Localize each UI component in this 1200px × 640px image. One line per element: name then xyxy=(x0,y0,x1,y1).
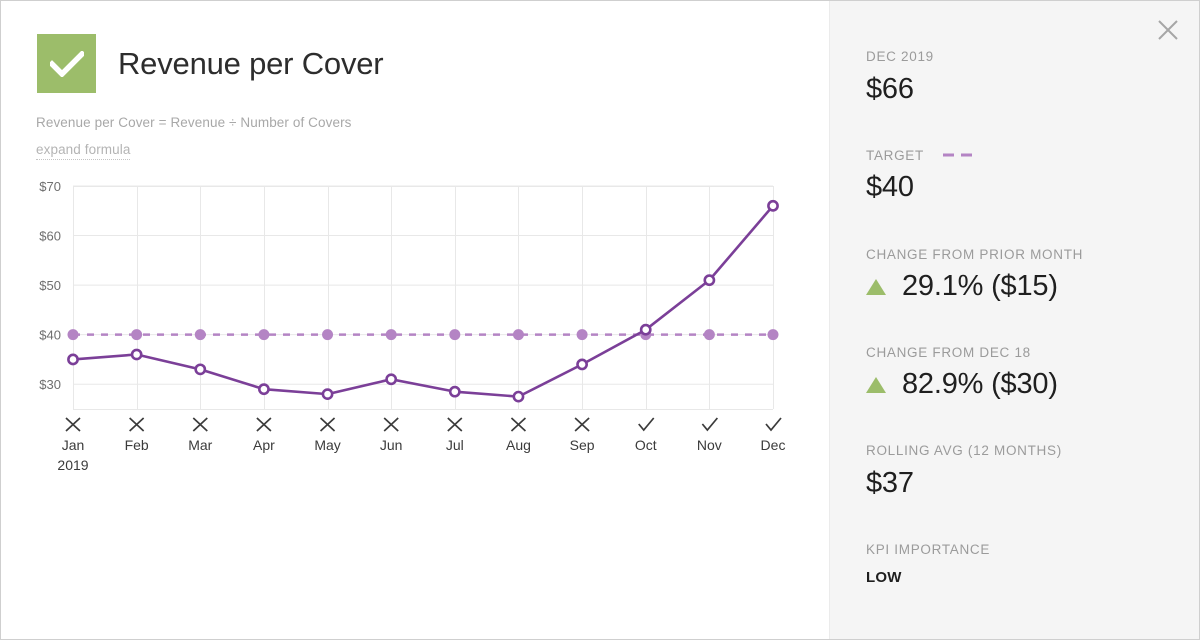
stat-label: DEC 2019 xyxy=(866,49,934,65)
y-axis-tick-label: $50 xyxy=(39,278,61,293)
data-point-marker[interactable] xyxy=(703,274,716,287)
x-axis-x-icon xyxy=(129,417,145,432)
stat-value: 29.1% ($15) xyxy=(902,270,1058,302)
revenue-line xyxy=(71,204,775,398)
kpi-stats-sidebar: DEC 2019 $66 TARGET $40 CHANGE FROM PRIO… xyxy=(829,1,1199,639)
target-point-marker xyxy=(512,329,524,341)
target-point-marker xyxy=(131,329,143,341)
stat-label: CHANGE FROM PRIOR MONTH xyxy=(866,247,1084,263)
x-axis-tick-label: Aug xyxy=(506,437,531,453)
stat-label: KPI IMPORTANCE xyxy=(866,542,991,558)
kpi-header: Revenue per Cover xyxy=(37,34,384,93)
y-axis-tick-label: $70 xyxy=(39,179,61,194)
x-axis-tick-label: Oct xyxy=(635,437,657,453)
target-point-marker xyxy=(576,329,588,341)
x-axis-check-icon xyxy=(638,417,655,432)
stat-current-period: DEC 2019 $66 xyxy=(866,48,1186,106)
x-axis-x-icon xyxy=(447,417,463,432)
data-point-marker[interactable] xyxy=(512,390,525,403)
x-axis-year-label: 2019 xyxy=(57,457,88,473)
target-point-marker xyxy=(67,329,79,341)
stat-label: ROLLING AVG (12 MONTHS) xyxy=(866,443,1062,459)
data-point-marker[interactable] xyxy=(130,348,143,361)
data-point-marker[interactable] xyxy=(258,383,270,396)
x-axis-tick-label: Apr xyxy=(253,437,275,453)
x-axis-x-icon xyxy=(383,417,399,432)
x-axis-x-icon xyxy=(510,417,527,432)
kpi-chart: $30 $40 $50 $60 $70 Jan 2019 Feb Mar Apr May Jun Jul… xyxy=(1,1,829,639)
data-point-marker[interactable] xyxy=(767,199,779,212)
data-point-marker[interactable] xyxy=(385,373,398,386)
stat-change-year-over-year: CHANGE FROM DEC 18 82.9% ($30) xyxy=(866,344,1186,401)
x-axis-x-icon xyxy=(256,417,272,432)
x-axis-x-icon xyxy=(574,417,590,432)
chart-svg: $30 $40 $50 $60 $70 Jan 2019 Feb Mar Apr May Jun Jul… xyxy=(39,179,786,473)
target-point-marker xyxy=(385,329,397,341)
x-axis-check-icon xyxy=(765,417,782,432)
y-axis-tick-label: $40 xyxy=(39,328,61,343)
target-point-marker xyxy=(322,329,334,341)
status-check-badge xyxy=(37,34,96,93)
target-point-marker xyxy=(194,329,206,341)
x-axis-x-icon xyxy=(192,417,208,432)
stat-label: CHANGE FROM DEC 18 xyxy=(866,345,1031,361)
x-axis-tick-label: Jul xyxy=(446,437,464,453)
expand-formula-link[interactable]: expand formula xyxy=(36,142,131,160)
x-axis-tick-label: Dec xyxy=(761,437,786,453)
x-axis-tick-label: Nov xyxy=(697,437,722,453)
x-axis-tick-label: Sep xyxy=(570,437,595,453)
close-icon xyxy=(1158,20,1178,40)
stat-target: TARGET $40 xyxy=(866,146,1186,204)
kpi-detail-screen: Revenue per Cover Revenue per Cover = Re… xyxy=(0,0,1200,640)
main-panel: Revenue per Cover Revenue per Cover = Re… xyxy=(1,1,829,639)
x-axis-tick-label: Mar xyxy=(188,437,212,453)
close-button[interactable] xyxy=(1151,13,1185,47)
target-point-marker xyxy=(767,329,779,341)
stat-label: TARGET xyxy=(866,147,924,163)
data-point-marker[interactable] xyxy=(448,385,461,398)
check-icon xyxy=(49,50,84,77)
stat-change-prior-month: CHANGE FROM PRIOR MONTH 29.1% ($15) xyxy=(866,246,1186,303)
x-axis-check-icon xyxy=(701,417,719,432)
y-axis-tick-label: $30 xyxy=(39,377,61,392)
stat-rolling-average: ROLLING AVG (12 MONTHS) $37 xyxy=(866,442,1186,500)
kpi-formula: Revenue per Cover = Revenue ÷ Number of … xyxy=(36,115,352,130)
x-axis-x-icon xyxy=(65,417,81,432)
x-axis-tick-label: Feb xyxy=(125,437,149,453)
stat-value: 82.9% ($30) xyxy=(902,368,1058,400)
data-point-marker[interactable] xyxy=(576,358,588,371)
stat-value: $40 xyxy=(866,171,914,204)
stat-value: $37 xyxy=(866,467,914,499)
triangle-up-icon xyxy=(866,376,886,393)
x-axis-tick-label: Jun xyxy=(380,437,403,453)
data-point-marker[interactable] xyxy=(639,323,652,336)
x-axis-tick-label: Jan xyxy=(62,437,85,453)
x-axis-tick-label: May xyxy=(314,437,340,453)
target-point-marker xyxy=(449,329,461,341)
y-axis-tick-label: $60 xyxy=(39,229,61,244)
stat-value: $66 xyxy=(866,73,914,105)
stat-kpi-importance: KPI IMPORTANCE LOW xyxy=(866,541,1186,586)
x-axis-x-icon xyxy=(319,417,336,432)
page-title: Revenue per Cover xyxy=(118,45,384,81)
dashed-line-swatch xyxy=(942,146,978,164)
stat-value: LOW xyxy=(866,569,902,586)
data-point-marker[interactable] xyxy=(321,388,334,401)
data-point-marker[interactable] xyxy=(67,353,79,366)
target-point-marker xyxy=(258,329,270,341)
target-point-marker xyxy=(703,329,715,341)
data-point-marker[interactable] xyxy=(194,363,207,376)
target-point-marker xyxy=(640,329,652,341)
triangle-up-icon xyxy=(866,278,886,295)
